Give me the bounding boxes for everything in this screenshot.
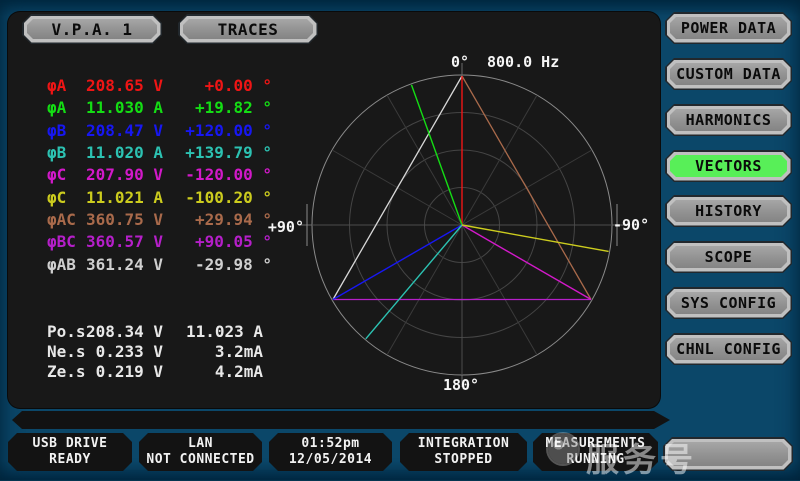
axis-label-plus90deg: +90°	[254, 219, 304, 236]
grid-spoke-30	[387, 95, 462, 225]
nav-button-label: CUSTOM DATA	[670, 63, 787, 85]
vector-ia	[411, 85, 462, 225]
nav-button-sys-config[interactable]: SYS CONFIG	[665, 287, 792, 319]
message-bar	[12, 411, 670, 429]
status-chip-01-52pm[interactable]: 01:52pm12/05/2014	[269, 433, 392, 471]
status-chip-4-line1: MEASUREMENTS	[546, 436, 646, 452]
axis-label-minus90deg: -90°	[613, 217, 649, 234]
nav-button-ring: HARMONICS	[667, 106, 791, 135]
nav-button-label: CHNL CONFIG	[670, 338, 787, 360]
blank-softkey-button[interactable]	[663, 437, 793, 471]
grid-spoke-150	[387, 225, 462, 355]
axis-label-180deg: 180°	[435, 377, 487, 394]
nav-button-power-data[interactable]: POWER DATA	[665, 12, 792, 44]
grid-spoke-330	[462, 95, 537, 225]
status-chip-3-line1: INTEGRATION	[418, 436, 510, 452]
nav-button-label: SYS CONFIG	[670, 292, 787, 314]
nav-button-label: POWER DATA	[670, 17, 787, 39]
status-chip-2-line1: 01:52pm	[301, 436, 359, 452]
nav-button-label: SCOPE	[670, 246, 787, 268]
status-chip-2-line2: 12/05/2014	[289, 452, 372, 468]
status-chip-4-line2: RUNNING	[566, 452, 624, 468]
vector-chart	[8, 12, 660, 408]
nav-button-ring: HISTORY	[667, 197, 791, 226]
nav-button-ring: SCOPE	[667, 243, 791, 272]
nav-button-scope[interactable]: SCOPE	[665, 241, 792, 273]
frequency-readout: 800.0 Hz	[487, 54, 559, 71]
status-chip-usb-drive[interactable]: USB DRIVEREADY	[8, 433, 132, 471]
trace-vab	[333, 76, 462, 300]
status-chip-measurements[interactable]: MEASUREMENTSRUNNING	[533, 433, 658, 471]
nav-button-ring: POWER DATA	[667, 14, 791, 43]
nav-button-label: VECTORS	[670, 155, 787, 177]
nav-button-history[interactable]: HISTORY	[665, 195, 792, 227]
nav-button-vectors[interactable]: VECTORS	[665, 150, 792, 182]
vector-vb	[333, 225, 462, 300]
status-chip-3-line2: STOPPED	[434, 452, 492, 468]
nav-button-ring: CHNL CONFIG	[667, 335, 791, 364]
nav-button-ring: VECTORS	[667, 152, 791, 181]
nav-button-ring: CUSTOM DATA	[667, 60, 791, 89]
status-chip-0-line1: USB DRIVE	[33, 436, 108, 452]
nav-button-custom-data[interactable]: CUSTOM DATA	[665, 58, 792, 90]
nav-button-ring: SYS CONFIG	[667, 289, 791, 318]
blank-softkey-ring	[665, 439, 792, 470]
status-chip-lan[interactable]: LANNOT CONNECTED	[139, 433, 262, 471]
axis-label-0deg: 0°	[438, 54, 482, 71]
nav-button-label: HARMONICS	[670, 109, 787, 131]
nav-button-harmonics[interactable]: HARMONICS	[665, 104, 792, 136]
blank-softkey-face	[668, 442, 788, 466]
trace-vac	[462, 76, 591, 300]
status-chip-integration[interactable]: INTEGRATIONSTOPPED	[400, 433, 527, 471]
status-chip-0-line2: READY	[49, 452, 91, 468]
status-chip-1-line1: LAN	[188, 436, 213, 452]
status-chip-1-line2: NOT CONNECTED	[146, 452, 254, 468]
grid-spoke-210	[462, 225, 537, 355]
vector-ib	[366, 225, 462, 339]
nav-button-chnl-config[interactable]: CHNL CONFIG	[665, 333, 792, 365]
screen: { "header": { "vpa_button": "V.P.A. 1", …	[0, 0, 800, 480]
nav-button-label: HISTORY	[670, 200, 787, 222]
